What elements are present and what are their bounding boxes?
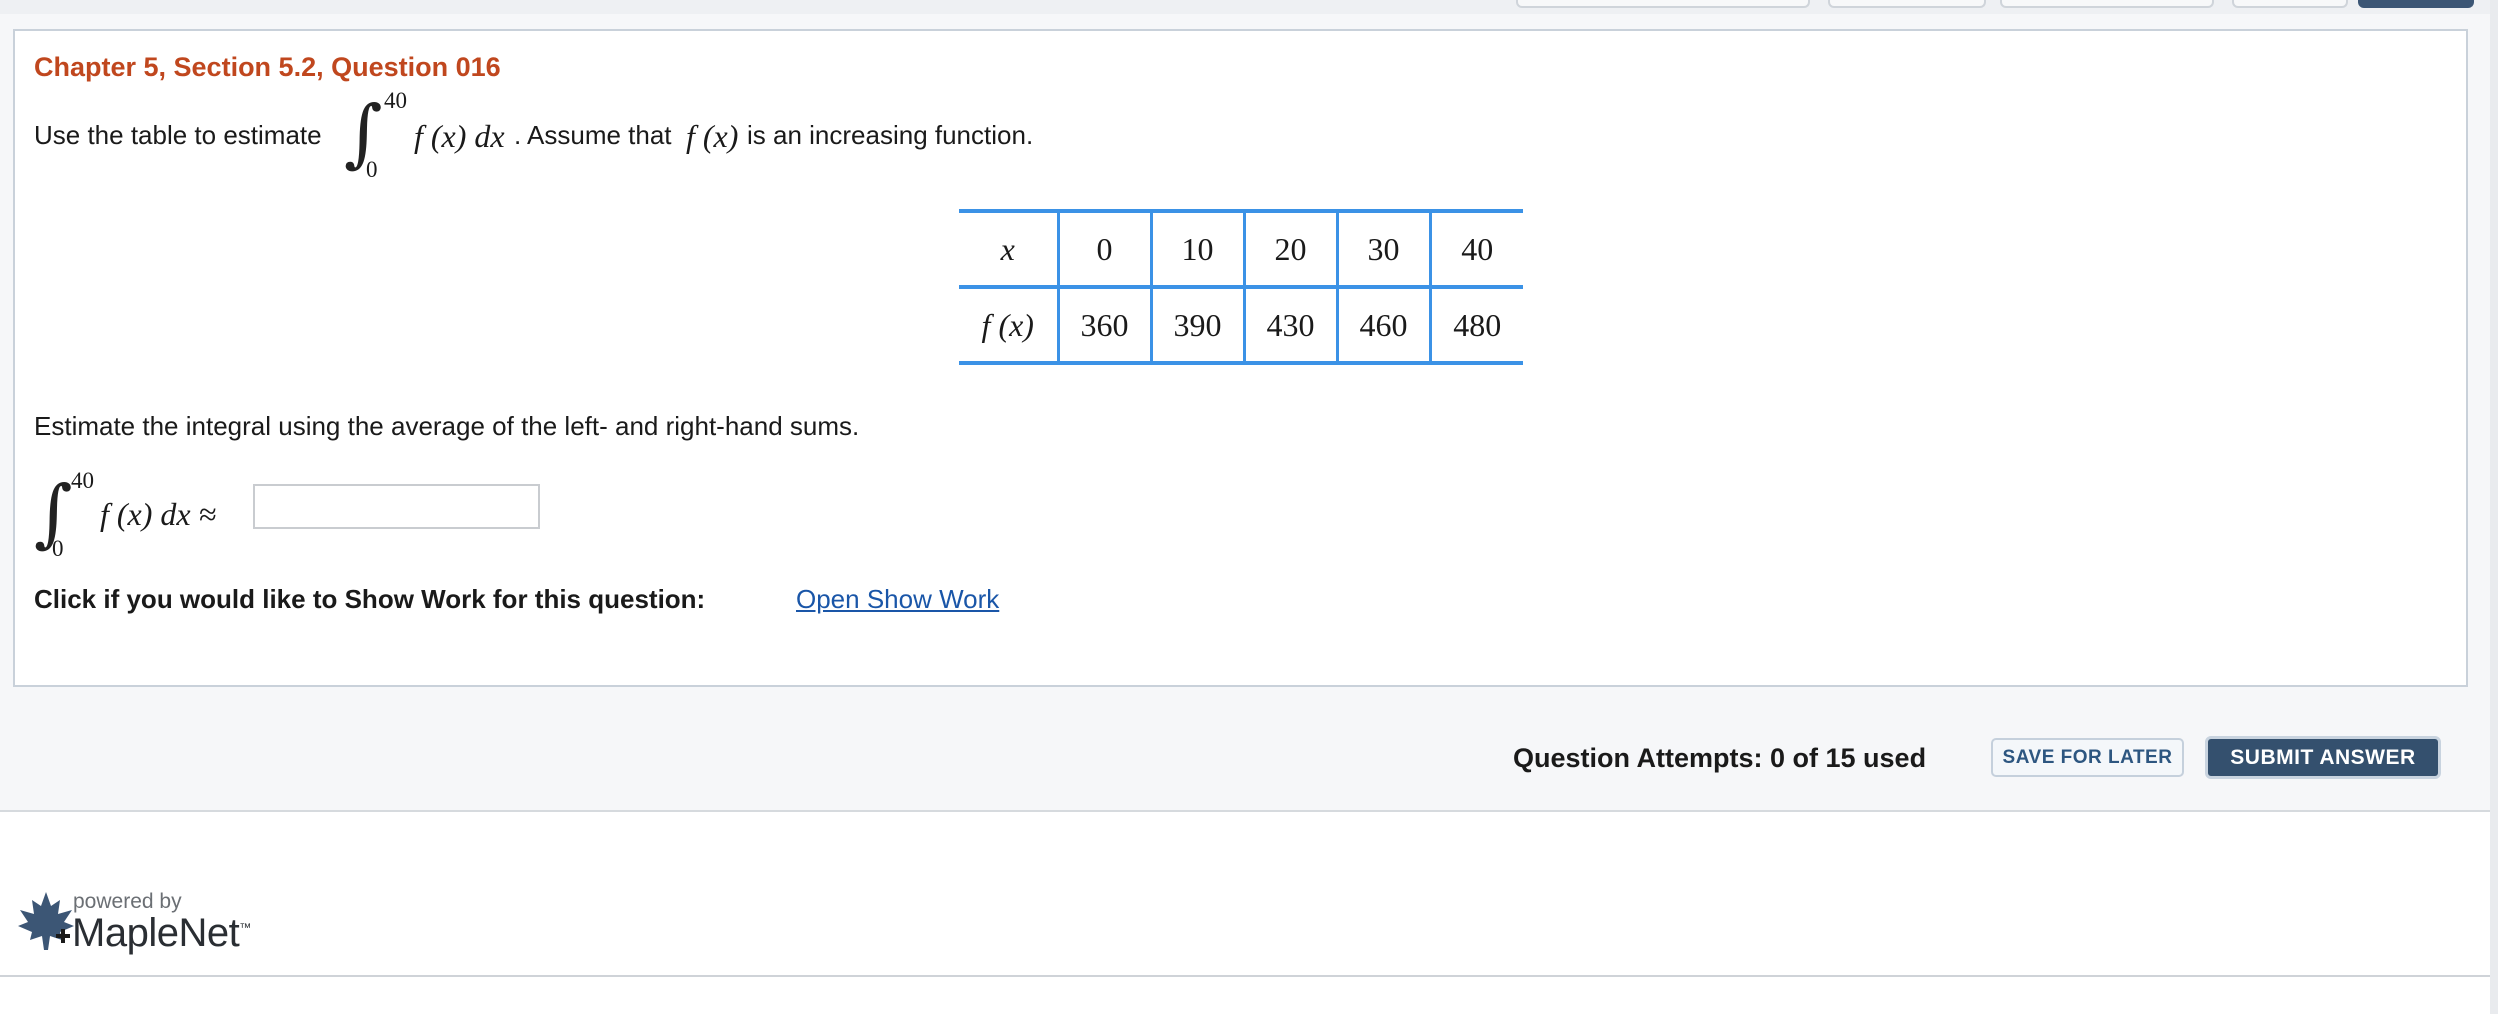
- footer-divider: [0, 975, 2498, 977]
- integral-lower-limit: 0: [366, 157, 378, 182]
- toolbar-button[interactable]: [2000, 0, 2214, 8]
- prompt-middle: . Assume that: [514, 120, 672, 150]
- question-title: Chapter 5, Section 5.2, Question 016: [34, 52, 501, 82]
- toolbar-button[interactable]: [2358, 0, 2474, 8]
- toolbar-button[interactable]: [1516, 0, 1810, 8]
- maplenet-logo-text: MapleNet™: [72, 911, 251, 956]
- row-label-x: x: [959, 209, 1060, 289]
- integral-upper-limit: 40: [71, 468, 94, 493]
- row-label-fx: f (x): [959, 285, 1060, 365]
- table-cell: 30: [1335, 209, 1432, 289]
- scrollbar-track[interactable]: [2490, 0, 2498, 1014]
- answer-expression: f (x) dx ≈: [100, 496, 217, 532]
- integral-upper-limit: 40: [384, 88, 407, 113]
- integrand: f (x) dx: [414, 118, 505, 154]
- values-table: x 0 10 20 30 40 f (x) 360 390 430 460 48…: [959, 209, 1523, 365]
- trademark: ™: [239, 920, 251, 935]
- table-cell: 0: [1056, 209, 1153, 289]
- table-cell: 20: [1242, 209, 1339, 289]
- table-cell: 390: [1149, 285, 1246, 365]
- question-attempts: Question Attempts: 0 of 15 used: [1513, 743, 1927, 773]
- save-for-later-button[interactable]: SAVE FOR LATER: [1991, 738, 2184, 777]
- submit-answer-button[interactable]: SUBMIT ANSWER: [2205, 736, 2441, 779]
- estimate-instruction: Estimate the integral using the average …: [34, 411, 860, 441]
- toolbar-button[interactable]: [1828, 0, 1986, 8]
- table-cell: 360: [1056, 285, 1153, 365]
- toolbar-button[interactable]: [2232, 0, 2348, 8]
- show-work-label: Click if you would like to Show Work for…: [34, 584, 706, 614]
- maple-leaf-icon: [16, 890, 76, 957]
- table-cell: 40: [1428, 209, 1523, 289]
- prompt-suffix: is an increasing function.: [747, 120, 1034, 150]
- table-cell: 460: [1335, 285, 1432, 365]
- table-row-x: x 0 10 20 30 40: [959, 209, 1523, 289]
- open-show-work-link[interactable]: Open Show Work: [796, 584, 999, 615]
- table-cell: 480: [1428, 285, 1523, 365]
- table-cell: 430: [1242, 285, 1339, 365]
- answer-input[interactable]: [253, 484, 540, 529]
- table-row-fx: f (x) 360 390 430 460 480: [959, 285, 1523, 365]
- prompt-prefix: Use the table to estimate: [34, 120, 322, 150]
- table-cell: 10: [1149, 209, 1246, 289]
- brand-name: MapleNet: [72, 911, 240, 955]
- function-name: f (x): [686, 118, 739, 154]
- integral-lower-limit: 0: [52, 536, 64, 561]
